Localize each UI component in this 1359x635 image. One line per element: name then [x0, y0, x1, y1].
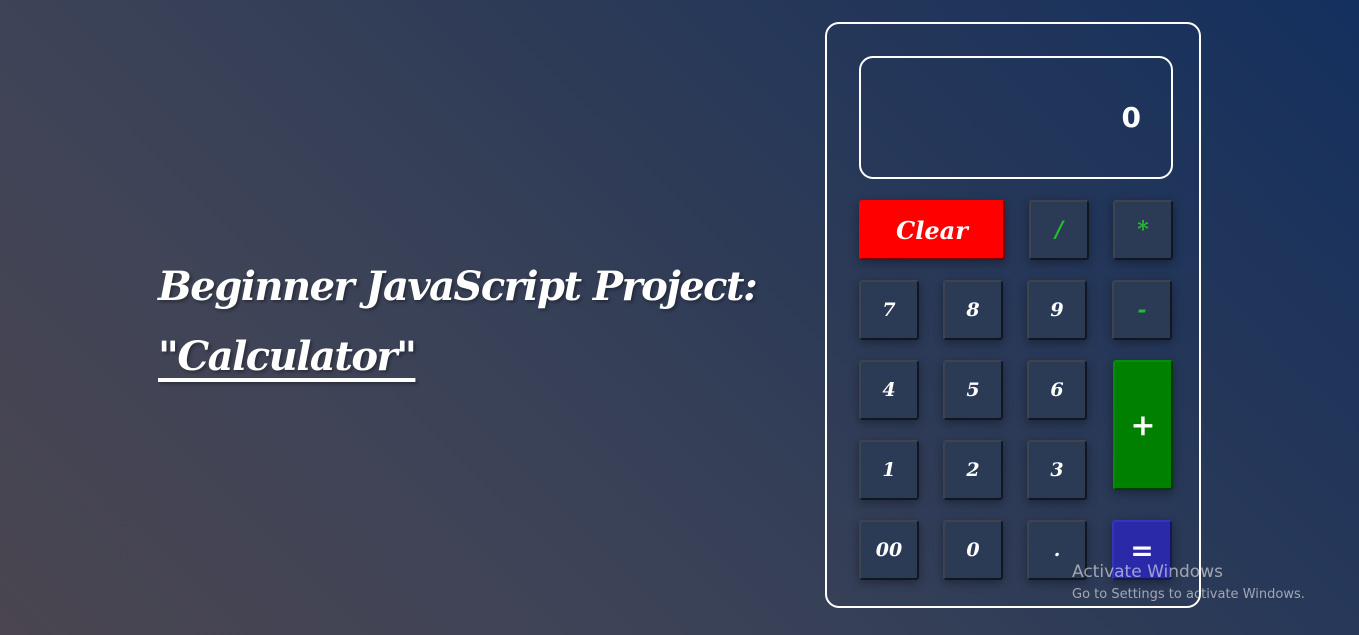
- watermark-subtitle: Go to Settings to activate Windows.: [1072, 587, 1305, 602]
- digit-0-button[interactable]: 0: [943, 520, 1003, 580]
- digit-3-button[interactable]: 3: [1027, 440, 1087, 500]
- digit-9-button[interactable]: 9: [1027, 280, 1087, 340]
- double-zero-button[interactable]: 00: [859, 520, 919, 580]
- digit-1-button[interactable]: 1: [859, 440, 919, 500]
- plus-button[interactable]: +: [1113, 360, 1173, 490]
- digit-8-button[interactable]: 8: [943, 280, 1003, 340]
- digit-6-button[interactable]: 6: [1027, 360, 1087, 420]
- digit-2-button[interactable]: 2: [943, 440, 1003, 500]
- calculator-display: 0: [859, 56, 1173, 179]
- project-headline: Beginner JavaScript Project: "Calculator…: [158, 252, 758, 392]
- headline-subtitle: "Calculator": [158, 333, 417, 380]
- minus-button[interactable]: -: [1112, 280, 1172, 340]
- clear-button[interactable]: Clear: [859, 200, 1005, 260]
- divide-button[interactable]: /: [1029, 200, 1089, 260]
- watermark-title: Activate Windows: [1072, 562, 1223, 582]
- digit-5-button[interactable]: 5: [943, 360, 1003, 420]
- digit-4-button[interactable]: 4: [859, 360, 919, 420]
- digit-7-button[interactable]: 7: [859, 280, 919, 340]
- activate-windows-watermark: Activate Windows Go to Settings to activ…: [1072, 560, 1305, 606]
- multiply-button[interactable]: *: [1113, 200, 1173, 260]
- display-value: 0: [1121, 101, 1141, 134]
- calculator: 0 Clear / * 7 8 9 - 4 5 6 + 1 2 3 00 0 .…: [825, 22, 1201, 608]
- headline-title: Beginner JavaScript Project:: [158, 263, 758, 310]
